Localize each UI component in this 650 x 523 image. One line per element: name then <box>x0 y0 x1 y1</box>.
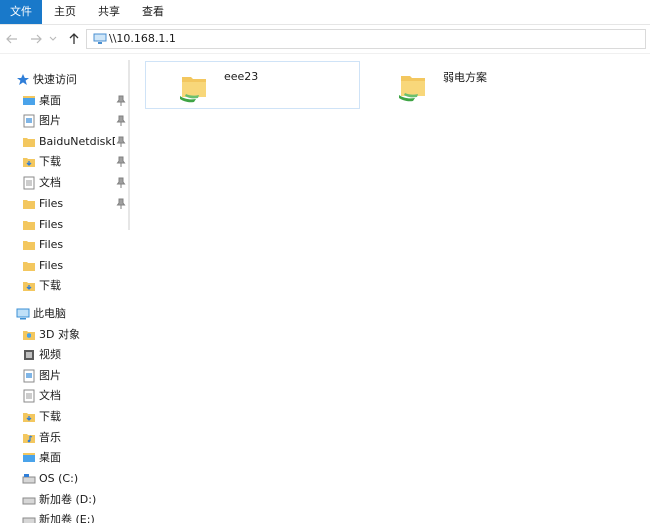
pin-icon[interactable] <box>116 156 126 168</box>
nav-item-3d-objects[interactable]: 3D 对象 <box>0 325 128 345</box>
tab-view[interactable]: 查看 <box>132 0 174 24</box>
nav-label: 下载 <box>39 155 61 168</box>
documents-icon <box>23 389 35 403</box>
computer-icon <box>16 308 30 320</box>
nav-item-drive-d[interactable]: 新加卷 (D:) <box>0 490 128 510</box>
nav-label: 桌面 <box>39 94 61 107</box>
pin-icon[interactable] <box>116 177 126 189</box>
nav-item-documents[interactable]: 文档 <box>0 173 128 193</box>
nav-item-baidunetdisk[interactable]: BaiduNetdiskDo <box>0 132 128 152</box>
address-path: \\10.168.1.1 <box>109 32 176 45</box>
nav-label: 文档 <box>39 176 61 189</box>
downloads-icon <box>23 282 35 291</box>
nav-label: 音乐 <box>39 431 61 444</box>
network-drive-icon <box>93 33 107 44</box>
tab-file[interactable]: 文件 <box>0 0 42 24</box>
folder-name: eee23 <box>224 70 259 83</box>
drive-icon <box>22 497 36 505</box>
pictures-icon <box>23 369 35 383</box>
pin-icon[interactable] <box>116 198 126 210</box>
nav-item-documents-2[interactable]: 文档 <box>0 386 128 406</box>
chevron-down-icon <box>49 36 57 41</box>
pictures-icon <box>23 114 35 128</box>
drive-icon <box>22 517 36 523</box>
navigation-bar: \\10.168.1.1 <box>0 25 650 54</box>
nav-this-pc[interactable]: 此电脑 <box>0 304 128 324</box>
star-icon <box>17 74 29 85</box>
nav-item-pictures[interactable]: 图片 <box>0 111 128 131</box>
recent-locations-button[interactable] <box>46 29 60 49</box>
shared-folder-icon <box>399 76 425 102</box>
drive-icon <box>22 474 36 484</box>
nav-item-downloads-2[interactable]: 下载 <box>0 276 128 296</box>
downloads-icon <box>23 413 35 422</box>
nav-item-pictures-2[interactable]: 图片 <box>0 366 128 386</box>
folder-icon <box>23 221 35 230</box>
nav-item-files-1[interactable]: Files <box>0 194 128 214</box>
3d-objects-icon <box>23 331 35 340</box>
back-button[interactable] <box>2 29 22 49</box>
nav-item-music[interactable]: 音乐 <box>0 428 128 448</box>
nav-item-desktop[interactable]: 桌面 <box>0 91 128 111</box>
nav-label: 视频 <box>39 348 61 361</box>
music-icon <box>23 434 35 443</box>
nav-label: 新加卷 (E:) <box>39 513 95 523</box>
nav-label: OS (C:) <box>39 472 79 485</box>
nav-label: 快速访问 <box>33 73 77 86</box>
nav-item-files-3[interactable]: Files <box>0 235 128 255</box>
nav-label: 文档 <box>39 389 61 402</box>
folder-icon <box>23 262 35 271</box>
nav-quick-access[interactable]: 快速访问 <box>0 70 128 90</box>
folder-tile-eee23[interactable]: eee23 <box>145 61 360 109</box>
desktop-icon <box>23 96 35 105</box>
downloads-icon <box>23 158 35 167</box>
shared-folder-icon <box>180 77 206 103</box>
nav-label: 新加卷 (D:) <box>39 493 97 506</box>
nav-item-drive-c[interactable]: OS (C:) <box>0 469 128 489</box>
pin-icon[interactable] <box>116 95 126 107</box>
folder-tile-weak-current-plan[interactable]: 弱电方案 <box>365 61 580 109</box>
nav-label: 图片 <box>39 114 61 127</box>
nav-label: 下载 <box>39 279 61 292</box>
nav-item-files-4[interactable]: Files <box>0 256 128 276</box>
navigation-pane: 快速访问 桌面 图片 BaiduNetdiskDo 下载 文档 Files Fi… <box>0 60 130 523</box>
nav-label: Files <box>39 259 64 272</box>
nav-item-drive-e[interactable]: 新加卷 (E:) <box>0 510 128 523</box>
folder-name: 弱电方案 <box>443 71 487 84</box>
videos-icon <box>24 350 34 360</box>
up-button[interactable] <box>64 29 84 49</box>
nav-item-downloads-3[interactable]: 下载 <box>0 407 128 427</box>
arrow-right-icon <box>31 34 42 44</box>
nav-label: 下载 <box>39 410 61 423</box>
nav-label: Files <box>39 197 64 210</box>
nav-label: 此电脑 <box>33 307 66 320</box>
forward-button[interactable] <box>26 29 46 49</box>
nav-item-videos[interactable]: 视频 <box>0 345 128 365</box>
tab-home[interactable]: 主页 <box>44 0 86 24</box>
desktop-icon <box>23 453 35 462</box>
arrow-up-icon <box>69 33 79 44</box>
nav-item-desktop-2[interactable]: 桌面 <box>0 448 128 468</box>
nav-label: Files <box>39 238 64 251</box>
ribbon: 文件 主页 共享 查看 <box>0 0 650 25</box>
nav-item-files-2[interactable]: Files <box>0 215 128 235</box>
content-pane[interactable]: eee23 弱电方案 <box>132 54 650 523</box>
nav-label: 桌面 <box>39 451 61 464</box>
folder-icon <box>23 200 35 209</box>
navigation-pane-scrollbar[interactable] <box>128 60 130 230</box>
nav-label: Files <box>39 218 64 231</box>
tab-share[interactable]: 共享 <box>88 0 130 24</box>
folder-icon <box>23 241 35 250</box>
pin-icon[interactable] <box>116 115 126 127</box>
documents-icon <box>23 176 35 190</box>
pin-icon[interactable] <box>116 136 126 148</box>
nav-item-downloads[interactable]: 下载 <box>0 152 128 172</box>
address-bar[interactable]: \\10.168.1.1 <box>86 29 646 49</box>
nav-label: BaiduNetdiskDo <box>39 135 115 148</box>
nav-label: 3D 对象 <box>39 328 80 341</box>
folder-icon <box>23 138 35 147</box>
arrow-left-icon <box>6 34 17 44</box>
nav-label: 图片 <box>39 369 61 382</box>
